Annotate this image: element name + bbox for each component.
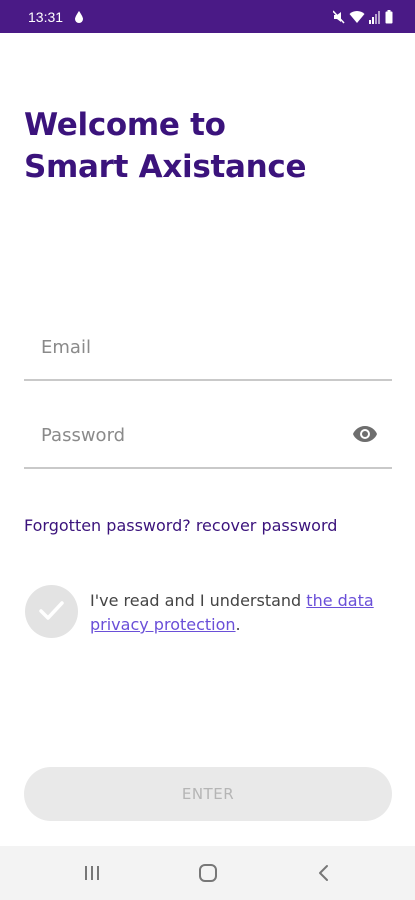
title-line-1: Welcome to [24,107,226,143]
back-icon[interactable] [312,861,336,885]
eye-icon[interactable] [352,424,378,444]
water-drop-icon [75,11,83,23]
consent-checkbox[interactable] [25,585,78,638]
mute-icon [333,10,345,24]
password-input[interactable] [41,421,341,449]
wifi-icon [349,11,365,23]
consent-text: I've read and I understand the data priv… [90,589,394,637]
title-line-2: Smart Axistance [24,149,307,185]
signal-icon [369,11,380,24]
forgot-password-text: Forgotten password? [24,516,191,535]
status-bar: 13:31 [0,0,415,33]
recover-password-link[interactable]: recover password [196,516,338,535]
enter-button[interactable]: ENTER [24,767,392,821]
check-icon [39,601,64,620]
email-input[interactable] [41,333,341,361]
recents-icon[interactable] [80,861,104,885]
consent-label: I've read and I understand [90,591,302,610]
password-field-container [24,411,392,469]
battery-icon [385,10,393,24]
page-title: Welcome to Smart Axistance [24,104,394,188]
consent-suffix: . [235,615,241,634]
status-icons [333,9,393,25]
status-time: 13:31 [28,9,64,25]
forgot-password-row: Forgotten password? recover password [24,515,337,537]
system-navigation-bar [0,846,415,900]
email-field-container [24,323,392,381]
home-icon[interactable] [196,861,220,885]
